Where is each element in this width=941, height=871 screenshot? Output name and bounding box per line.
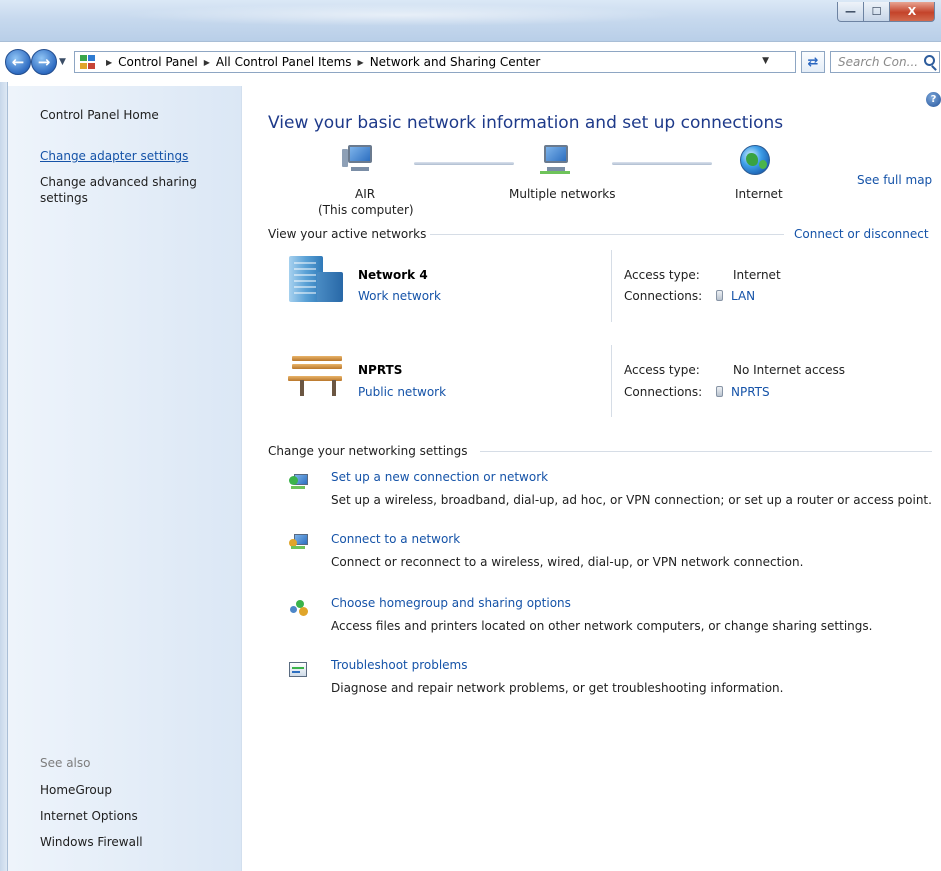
connect-network-icon [289,533,309,551]
connection-nprts-link[interactable]: NPRTS [731,385,770,399]
setup-connection-desc: Set up a wireless, broadband, dial-up, a… [331,493,932,507]
back-button[interactable]: ← [5,49,31,75]
page-title: View your basic network information and … [268,113,784,133]
change-adapter-settings-link[interactable]: Change adapter settings [40,148,188,164]
work-network-icon[interactable] [289,250,345,302]
troubleshoot-link[interactable]: Troubleshoot problems [331,658,467,672]
homegroup-link[interactable]: HomeGroup [40,782,112,798]
section-divider [480,451,932,452]
access-type-value: Internet [733,268,781,282]
maximize-icon: ☐ [871,5,882,18]
internet-globe-icon[interactable] [740,145,770,175]
multiple-networks-icon[interactable] [538,145,574,179]
network-name: NPRTS [358,363,403,377]
breadcrumb-all-items[interactable]: All Control Panel Items [216,55,352,69]
new-connection-icon [289,473,309,491]
help-icon[interactable]: ? [926,92,941,107]
control-panel-home-link[interactable]: Control Panel Home [40,107,159,123]
refresh-button[interactable]: ⇄ [801,51,825,73]
troubleshoot-desc: Diagnose and repair network problems, or… [331,681,784,695]
troubleshoot-icon [289,662,309,680]
search-placeholder: Search Con... [838,55,919,69]
search-icon[interactable] [924,55,935,66]
breadcrumb-separator-icon[interactable]: ▶ [106,58,112,67]
breadcrumb-control-panel[interactable]: Control Panel [118,55,198,69]
windows-firewall-link[interactable]: Windows Firewall [40,834,143,850]
window-left-border [0,82,8,871]
map-connection-line [612,162,712,165]
homegroup-icon [289,598,309,616]
computer-icon[interactable] [342,145,378,179]
control-panel-icon [79,54,97,70]
computer-sub-label: (This computer) [318,203,414,217]
ethernet-plug-icon [716,290,723,301]
window-controls: — ☐ X [837,2,935,22]
breadcrumb-separator-icon[interactable]: ▶ [204,58,210,67]
connection-lan[interactable]: LAN [716,289,755,303]
change-advanced-sharing-link-line1[interactable]: Change advanced sharing [40,174,197,190]
address-dropdown-icon[interactable]: ▼ [762,56,769,66]
setup-connection-link[interactable]: Set up a new connection or network [331,470,548,484]
back-arrow-icon: ← [11,53,25,71]
connections-label: Connections: [624,385,703,399]
breadcrumb: ▶ Control Panel ▶ All Control Panel Item… [100,55,540,69]
active-networks-header: View your active networks [268,227,433,241]
breadcrumb-network-sharing[interactable]: Network and Sharing Center [370,55,541,69]
change-settings-header: Change your networking settings [268,444,474,458]
internet-label: Internet [735,187,783,201]
address-row: ← → ▼ ▶ Control Panel ▶ All Control Pane… [0,46,941,80]
breadcrumb-separator-icon[interactable]: ▶ [358,58,364,67]
maximize-button[interactable]: ☐ [864,2,890,22]
public-network-bench-icon[interactable] [288,356,344,402]
refresh-icon: ⇄ [807,54,819,70]
minimize-button[interactable]: — [837,2,864,22]
network-plug-icon [716,386,723,397]
access-type-label: Access type: [624,268,700,282]
network-type-link[interactable]: Work network [358,289,441,303]
connect-network-link[interactable]: Connect to a network [331,532,460,546]
network-divider [611,250,612,322]
forward-arrow-icon: → [37,53,51,71]
forward-button[interactable]: → [31,49,57,75]
close-button[interactable]: X [890,2,935,22]
minimize-icon: — [845,5,856,18]
recent-pages-dropdown[interactable]: ▼ [59,57,66,67]
network-divider [611,345,612,417]
network-name: Network 4 [358,268,428,282]
connection-nprts[interactable]: NPRTS [716,385,770,399]
map-connection-line [414,162,514,165]
connection-lan-link[interactable]: LAN [731,289,755,303]
connections-label: Connections: [624,289,703,303]
homegroup-sharing-link[interactable]: Choose homegroup and sharing options [331,596,571,610]
search-input[interactable]: Search Con... [830,51,940,73]
close-icon: X [907,5,917,18]
computer-name-label: AIR [355,187,376,201]
address-bar[interactable]: ▶ Control Panel ▶ All Control Panel Item… [74,51,796,73]
see-also-heading: See also [40,756,91,770]
connect-network-desc: Connect or reconnect to a wireless, wire… [331,555,804,569]
multiple-networks-label: Multiple networks [509,187,616,201]
homegroup-sharing-desc: Access files and printers located on oth… [331,619,873,633]
change-advanced-sharing-link-line2[interactable]: settings [40,190,88,206]
internet-options-link[interactable]: Internet Options [40,808,138,824]
access-type-value: No Internet access [733,363,846,377]
access-type-label: Access type: [624,363,700,377]
section-divider [430,234,784,235]
title-bar: — ☐ X [0,0,941,42]
see-full-map-link[interactable]: See full map [857,173,932,187]
network-type-link[interactable]: Public network [358,385,446,399]
connect-or-disconnect-link[interactable]: Connect or disconnect [794,227,929,241]
